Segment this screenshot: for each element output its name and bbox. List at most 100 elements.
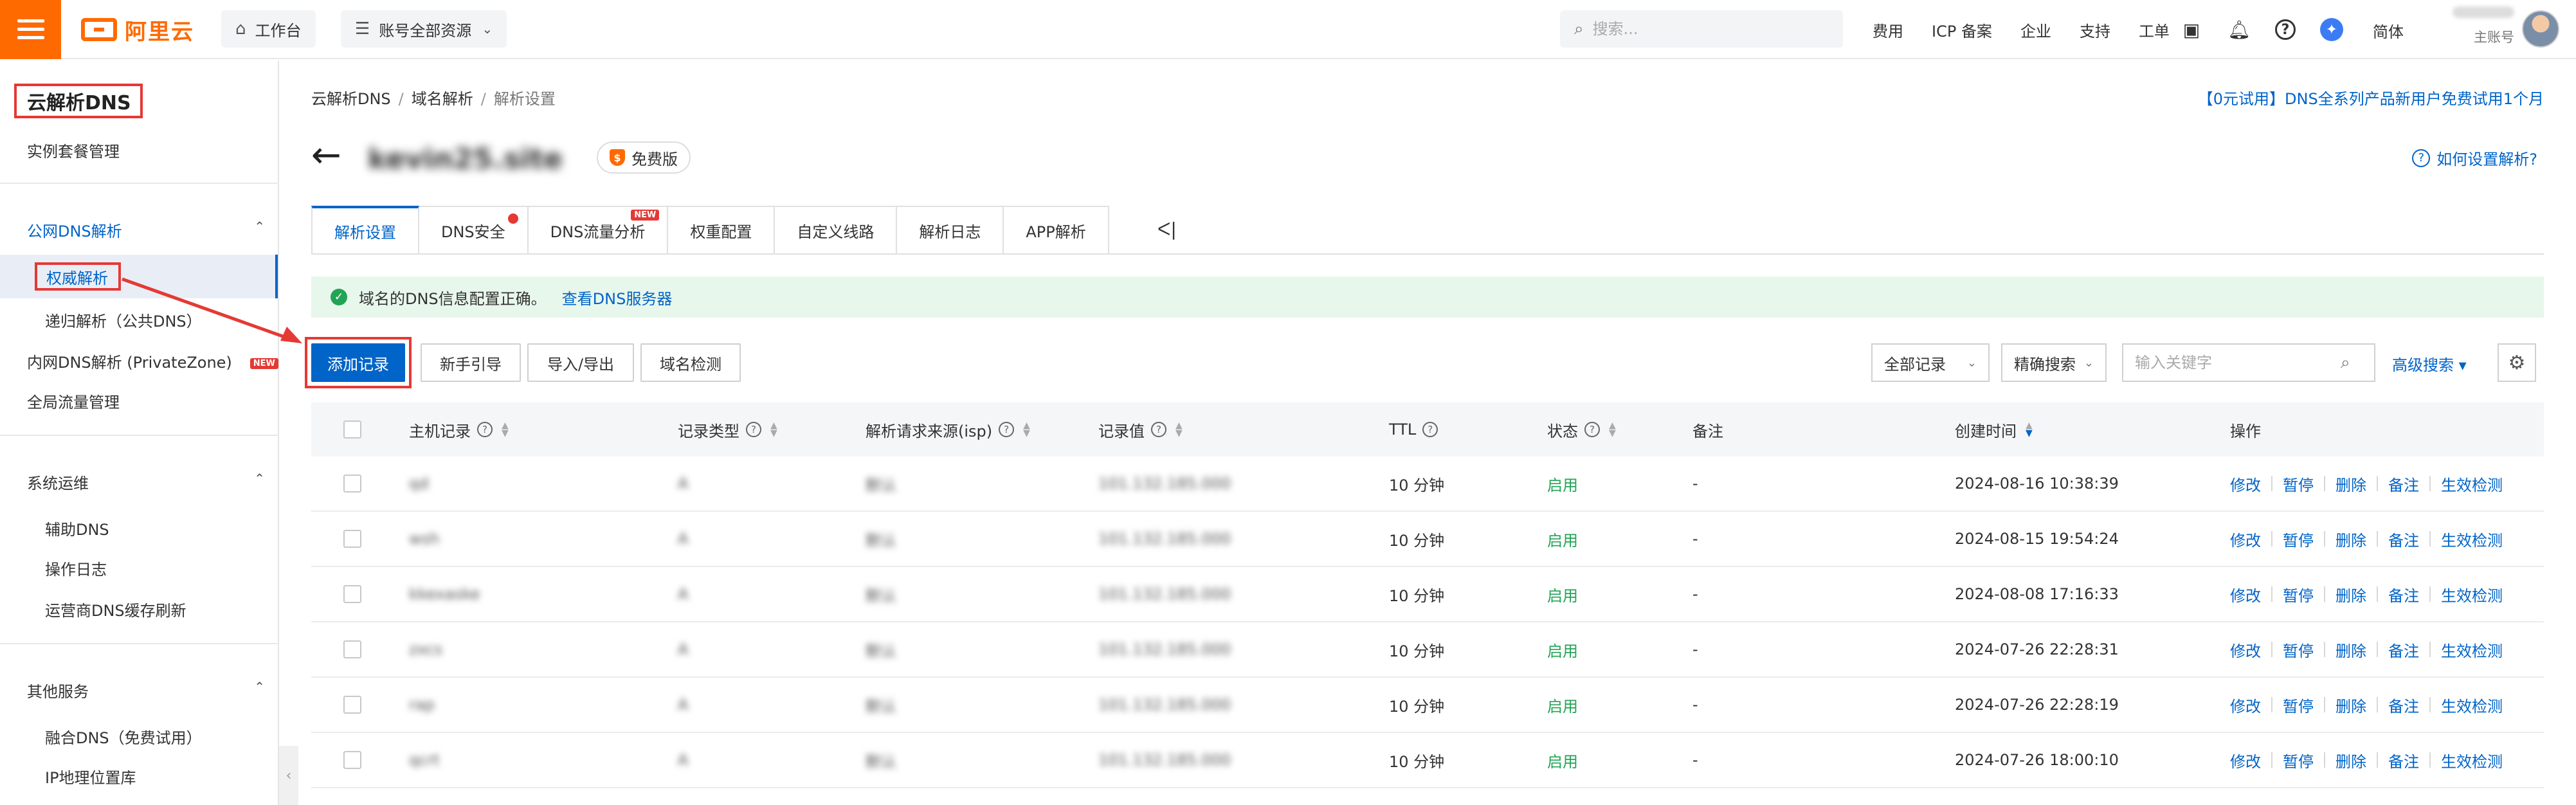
- remark-action[interactable]: 备注: [2388, 638, 2419, 661]
- sidebar-item-assist-dns[interactable]: 辅助DNS: [45, 517, 109, 539]
- info-icon[interactable]: ?: [477, 422, 493, 437]
- column-type[interactable]: 记录类型? ▲ ▼: [678, 402, 777, 457]
- edit-action[interactable]: 修改: [2230, 749, 2261, 772]
- pause-action[interactable]: 暂停: [2283, 749, 2314, 772]
- sidebar-item-instance[interactable]: 实例套餐管理: [27, 139, 120, 161]
- help-link[interactable]: ? 如何设置解析?: [2412, 147, 2537, 169]
- verify-action[interactable]: 生效检测: [2441, 473, 2503, 495]
- avatar[interactable]: [2522, 10, 2559, 48]
- pause-action[interactable]: 暂停: [2283, 638, 2314, 661]
- tab-dns-security[interactable]: DNS安全: [419, 206, 529, 255]
- workbench-button[interactable]: ⌂ 工作台: [221, 10, 316, 48]
- info-icon[interactable]: ?: [1584, 422, 1600, 437]
- sidebar-item-global-traffic[interactable]: 全局流量管理: [27, 390, 120, 412]
- top-link-support[interactable]: 支持: [2080, 19, 2110, 41]
- row-checkbox[interactable]: [343, 751, 361, 769]
- column-created[interactable]: 创建时间 ▲ ▼: [1955, 402, 2033, 457]
- language-switch[interactable]: 简体: [2373, 19, 2404, 42]
- aliyun-logo[interactable]: 阿里云: [81, 14, 194, 45]
- row-checkbox[interactable]: [343, 640, 361, 658]
- import-export-button[interactable]: 导入/导出: [527, 343, 634, 382]
- global-search-input[interactable]: [1592, 20, 1824, 38]
- record-filter-select[interactable]: 全部记录 ⌄: [1871, 343, 1990, 382]
- global-search[interactable]: ⌕: [1560, 10, 1843, 48]
- search-icon[interactable]: ⌕: [2341, 353, 2350, 373]
- pause-action[interactable]: 暂停: [2283, 583, 2314, 606]
- verify-action[interactable]: 生效检测: [2441, 528, 2503, 550]
- ai-assistant-icon[interactable]: ✦: [2320, 18, 2343, 41]
- edit-action[interactable]: 修改: [2230, 528, 2261, 550]
- remark-action[interactable]: 备注: [2388, 473, 2419, 495]
- verify-action[interactable]: 生效检测: [2441, 694, 2503, 716]
- breadcrumb-item[interactable]: 云解析DNS: [311, 90, 391, 108]
- sidebar-item-recursive[interactable]: 递归解析（公共DNS）: [45, 309, 202, 331]
- pause-action[interactable]: 暂停: [2283, 694, 2314, 716]
- info-icon[interactable]: ?: [1151, 422, 1166, 437]
- delete-action[interactable]: 删除: [2336, 528, 2366, 550]
- keyword-search[interactable]: ⌕: [2122, 343, 2375, 382]
- beginner-guide-button[interactable]: 新手引导: [421, 343, 521, 382]
- sidebar-item-ip-geo[interactable]: IP地理位置库: [45, 765, 136, 788]
- resource-scope-dropdown[interactable]: ☰ 账号全部资源 ⌄: [341, 10, 507, 48]
- sort-icon[interactable]: ▲ ▼: [1023, 421, 1030, 438]
- tab-resolution-settings[interactable]: 解析设置: [311, 206, 419, 255]
- sidebar-group-other[interactable]: 其他服务 ⌃: [27, 679, 265, 701]
- sort-icon[interactable]: ▲ ▼: [1609, 421, 1616, 438]
- column-isp[interactable]: 解析请求来源(isp)? ▲ ▼: [866, 402, 1030, 457]
- delete-action[interactable]: 删除: [2336, 638, 2366, 661]
- help-icon[interactable]: ?: [2275, 19, 2296, 40]
- pause-action[interactable]: 暂停: [2283, 528, 2314, 550]
- column-ttl[interactable]: TTL?: [1389, 402, 1438, 457]
- sort-icon[interactable]: ▲ ▼: [502, 421, 509, 438]
- sidebar-item-authoritative[interactable]: 权威解析: [35, 262, 121, 291]
- account-info[interactable]: 主账号: [2444, 6, 2514, 46]
- collapse-tabs-icon[interactable]: ᐸ|: [1157, 219, 1177, 240]
- sidebar-group-ops[interactable]: 系统运维 ⌃: [27, 471, 265, 493]
- sort-icon[interactable]: ▲ ▼: [1175, 421, 1183, 438]
- top-link-icp[interactable]: ICP 备案: [1932, 19, 1992, 41]
- delete-action[interactable]: 删除: [2336, 583, 2366, 606]
- breadcrumb-item[interactable]: 域名解析: [412, 90, 473, 108]
- info-icon[interactable]: ?: [999, 422, 1015, 437]
- sidebar-collapse-icon[interactable]: ‹: [279, 746, 298, 805]
- column-status[interactable]: 状态? ▲ ▼: [1547, 402, 1616, 457]
- tab-custom-line[interactable]: 自定义线路: [775, 206, 898, 255]
- remark-action[interactable]: 备注: [2388, 528, 2419, 550]
- sort-icon[interactable]: ▲ ▼: [770, 421, 777, 438]
- column-value[interactable]: 记录值? ▲ ▼: [1098, 402, 1183, 457]
- verify-action[interactable]: 生效检测: [2441, 583, 2503, 606]
- edit-action[interactable]: 修改: [2230, 583, 2261, 606]
- tab-app-resolution[interactable]: APP解析: [1004, 206, 1109, 255]
- verify-action[interactable]: 生效检测: [2441, 638, 2503, 661]
- edit-action[interactable]: 修改: [2230, 694, 2261, 716]
- column-host[interactable]: 主机记录? ▲ ▼: [409, 402, 509, 457]
- row-checkbox[interactable]: [343, 530, 361, 548]
- domain-check-button[interactable]: 域名检测: [640, 343, 741, 382]
- sort-icon[interactable]: ▲ ▼: [2026, 421, 2033, 438]
- sidebar-item-privatezone[interactable]: 内网DNS解析 (PrivateZone) NEW: [27, 350, 278, 372]
- delete-action[interactable]: 删除: [2336, 694, 2366, 716]
- keyword-input[interactable]: [2135, 354, 2341, 372]
- sidebar-item-op-log[interactable]: 操作日志: [45, 557, 107, 579]
- row-checkbox[interactable]: [343, 696, 361, 714]
- info-icon[interactable]: ?: [746, 422, 761, 437]
- promo-link[interactable]: 【0元试用】DNS全系列产品新用户免费试用1个月: [2198, 86, 2544, 109]
- advanced-search-link[interactable]: 高级搜索 ▾: [2392, 352, 2467, 375]
- terminal-icon[interactable]: ▣: [2180, 18, 2203, 41]
- pause-action[interactable]: 暂停: [2283, 473, 2314, 495]
- sidebar-item-fusion-dns[interactable]: 融合DNS（免费试用）: [45, 725, 202, 748]
- top-link-enterprise[interactable]: 企业: [2020, 19, 2051, 41]
- row-checkbox[interactable]: [343, 585, 361, 603]
- delete-action[interactable]: 删除: [2336, 473, 2366, 495]
- verify-action[interactable]: 生效检测: [2441, 749, 2503, 772]
- search-mode-select[interactable]: 精确搜索 ⌄: [2001, 343, 2107, 382]
- edit-action[interactable]: 修改: [2230, 638, 2261, 661]
- remark-action[interactable]: 备注: [2388, 694, 2419, 716]
- sidebar-item-isp-refresh[interactable]: 运营商DNS缓存刷新: [45, 598, 186, 620]
- tab-weight-config[interactable]: 权重配置: [668, 206, 776, 255]
- remark-action[interactable]: 备注: [2388, 583, 2419, 606]
- sidebar-group-public-dns[interactable]: 公网DNS解析 ⌃: [27, 219, 265, 241]
- top-link-billing[interactable]: 费用: [1873, 19, 1903, 41]
- tab-resolution-log[interactable]: 解析日志: [897, 206, 1004, 255]
- back-arrow-icon[interactable]: ←: [311, 136, 341, 175]
